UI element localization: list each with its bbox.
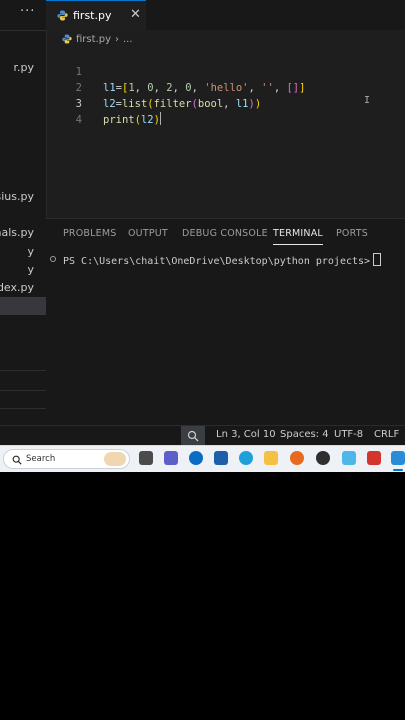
tab-ports[interactable]: PORTS xyxy=(336,228,368,239)
store-icon[interactable] xyxy=(214,451,228,465)
python-file-icon xyxy=(62,34,72,44)
status-bar: Ln 3, Col 10 Spaces: 4 UTF-8 CRLF xyxy=(0,425,405,445)
text-cursor xyxy=(159,112,161,125)
tab-first-py[interactable]: first.py ✕ xyxy=(46,0,146,30)
editor-tab-bar: first.py ✕ xyxy=(46,0,405,30)
python-file-icon xyxy=(57,10,68,21)
explorer-file-item[interactable]: ndex.py xyxy=(0,279,46,297)
explorer-sidebar: ··· r.py sius.py mals.py y y ndex.py xyxy=(0,0,47,425)
code-line[interactable]: 4 xyxy=(46,96,405,126)
terminal-output[interactable]: PS C:\Users\chait\OneDrive\Desktop\pytho… xyxy=(63,253,382,267)
breadcrumb-symbol[interactable]: ... xyxy=(123,34,133,45)
sidebar-divider xyxy=(0,370,46,371)
teams-icon[interactable] xyxy=(164,451,178,465)
chrome-icon[interactable] xyxy=(316,451,330,465)
line-number: 4 xyxy=(75,114,82,126)
explorer-file-item[interactable]: y xyxy=(0,261,46,279)
explorer-file-item[interactable]: r.py xyxy=(0,59,46,77)
code-editor[interactable]: 1 l1=[1, 0, 2, 0, 'hello', '', []] 2 l2=… xyxy=(46,48,405,218)
search-icon xyxy=(12,455,22,465)
office-icon[interactable] xyxy=(367,451,381,465)
breadcrumb-file[interactable]: first.py xyxy=(76,34,111,45)
tab-terminal[interactable]: TERMINAL xyxy=(273,228,323,245)
bottom-panel: PROBLEMS OUTPUT DEBUG CONSOLE TERMINAL P… xyxy=(46,218,405,426)
zoom-button[interactable] xyxy=(181,426,205,445)
tab-label: first.py xyxy=(73,9,112,22)
sidebar-divider xyxy=(0,408,46,409)
code-text: print(l2) xyxy=(103,112,161,126)
terminal-prompt: PS C:\Users\chait\OneDrive\Desktop\pytho… xyxy=(63,256,371,267)
explorer-file-item-selected[interactable] xyxy=(0,297,46,315)
more-actions-icon[interactable]: ··· xyxy=(20,4,35,19)
notepad-icon[interactable] xyxy=(342,451,356,465)
vscode-icon[interactable] xyxy=(391,451,405,465)
tab-output[interactable]: OUTPUT xyxy=(128,228,168,239)
tab-debug-console[interactable]: DEBUG CONSOLE xyxy=(182,228,268,239)
mouse-cursor-icon: I xyxy=(364,95,371,106)
vscode-window: ··· r.py sius.py mals.py y y ndex.py fir… xyxy=(0,0,405,445)
tab-problems[interactable]: PROBLEMS xyxy=(63,228,116,239)
taskbar: Search xyxy=(0,445,405,472)
folder-icon[interactable] xyxy=(264,451,278,465)
terminal-status-icon xyxy=(50,256,56,262)
search-label: Search xyxy=(26,454,56,464)
edge-icon[interactable] xyxy=(239,451,253,465)
eol-setting[interactable]: CRLF xyxy=(374,429,399,440)
terminal-cursor xyxy=(373,253,382,266)
chevron-right-icon: › xyxy=(115,33,119,45)
explorer-file-item[interactable]: y xyxy=(0,243,46,261)
explorer-file-item[interactable]: mals.py xyxy=(0,224,46,242)
active-app-indicator xyxy=(393,469,403,471)
close-icon[interactable]: ✕ xyxy=(130,7,141,22)
code-line[interactable]: 2 l2=list(filter(bool, l1)) xyxy=(46,64,405,110)
breadcrumb: first.py › ... xyxy=(62,31,133,47)
encoding-setting[interactable]: UTF-8 xyxy=(334,429,363,440)
dell-icon[interactable] xyxy=(189,451,203,465)
sidebar-divider xyxy=(0,30,46,31)
indentation-setting[interactable]: Spaces: 4 xyxy=(280,429,329,440)
code-line[interactable]: 1 l1=[1, 0, 2, 0, 'hello', '', []] xyxy=(46,48,405,94)
sidebar-divider xyxy=(0,390,46,391)
taskbar-search[interactable]: Search xyxy=(3,449,130,469)
code-line-active[interactable]: 3 print(l2) xyxy=(46,80,405,126)
explorer-file-item[interactable]: sius.py xyxy=(0,188,46,206)
file-manager-icon[interactable] xyxy=(139,451,153,465)
magnifier-icon xyxy=(187,430,199,442)
firefox-icon[interactable] xyxy=(290,451,304,465)
search-highlight-icon xyxy=(104,452,126,466)
cursor-position[interactable]: Ln 3, Col 10 xyxy=(216,429,276,440)
